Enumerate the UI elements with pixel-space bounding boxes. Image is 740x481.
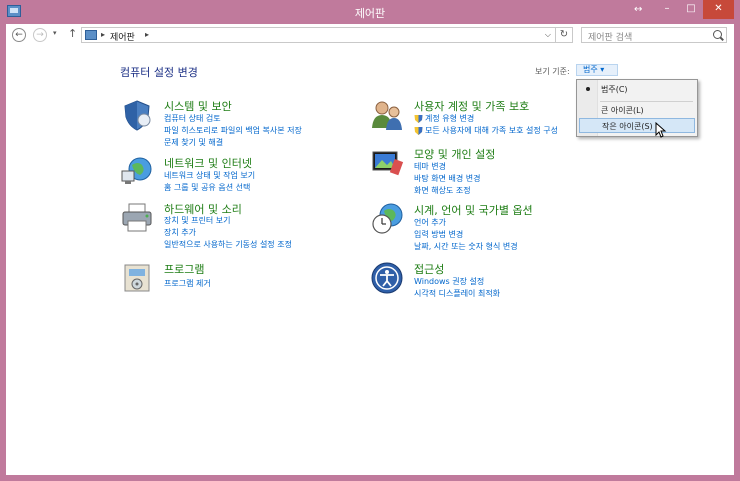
appearance-icon[interactable] bbox=[370, 146, 404, 180]
menu-item-label: 작은 아이콘(S) bbox=[602, 122, 653, 131]
category-title-network[interactable]: 네트워크 및 인터넷 bbox=[164, 155, 252, 171]
link-review-status[interactable]: 컴퓨터 상태 검토 bbox=[164, 113, 221, 124]
link-add-language[interactable]: 언어 추가 bbox=[414, 217, 446, 228]
link-label: 계정 유형 변경 bbox=[425, 114, 475, 123]
link-add-device[interactable]: 장치 추가 bbox=[164, 227, 196, 238]
radio-bullet-icon bbox=[586, 87, 590, 91]
category-title-clock-language[interactable]: 시계, 언어 및 국가별 옵션 bbox=[414, 202, 533, 218]
address-bar[interactable]: ▸ 제어판 ▸ ⌵ bbox=[81, 27, 556, 43]
resize-icon: ↔ bbox=[634, 4, 643, 15]
navigation-bar: ← → ▾ ↑ ▸ 제어판 ▸ ⌵ ↻ 제어판 검색 bbox=[6, 24, 734, 46]
link-change-account-type[interactable]: 계정 유형 변경 bbox=[414, 113, 474, 124]
title-bar: 제어판 ↔ – □ ✕ bbox=[0, 0, 740, 24]
link-recommended-settings[interactable]: Windows 권장 설정 bbox=[414, 276, 484, 287]
link-date-time-format[interactable]: 날짜, 시간 또는 숫자 형식 변경 bbox=[414, 241, 518, 252]
maximize-button[interactable]: □ bbox=[680, 0, 702, 19]
link-optimize-display[interactable]: 시각적 디스플레이 최적화 bbox=[414, 288, 500, 299]
link-label: 모든 사용자에 대해 가족 보호 설정 구성 bbox=[425, 126, 559, 135]
minimize-button[interactable]: – bbox=[656, 0, 678, 19]
link-file-history[interactable]: 파일 히스토리로 파일의 백업 복사본 저장 bbox=[164, 125, 302, 136]
breadcrumb-separator[interactable]: ▸ bbox=[101, 30, 105, 39]
refresh-button[interactable]: ↻ bbox=[556, 27, 573, 43]
programs-icon[interactable] bbox=[120, 261, 154, 295]
control-panel-icon bbox=[85, 30, 97, 40]
search-input[interactable]: 제어판 검색 bbox=[581, 27, 727, 43]
link-uninstall-program[interactable]: 프로그램 제거 bbox=[164, 278, 211, 289]
clock-globe-icon[interactable] bbox=[370, 202, 404, 236]
category-title-system-security[interactable]: 시스템 및 보안 bbox=[164, 98, 232, 114]
link-desktop-background[interactable]: 바탕 화면 배경 변경 bbox=[414, 173, 481, 184]
link-screen-resolution[interactable]: 화면 해상도 조정 bbox=[414, 185, 471, 196]
address-dropdown-icon[interactable]: ⌵ bbox=[545, 30, 551, 40]
link-family-safety[interactable]: 모든 사용자에 대해 가족 보호 설정 구성 bbox=[414, 125, 558, 136]
forward-button[interactable]: → bbox=[33, 28, 47, 42]
link-troubleshoot[interactable]: 문제 찾기 및 해결 bbox=[164, 137, 223, 148]
ease-of-access-icon[interactable] bbox=[370, 261, 404, 295]
page-title: 컴퓨터 설정 변경 bbox=[120, 66, 198, 79]
users-icon[interactable] bbox=[370, 98, 404, 132]
mouse-cursor-icon bbox=[655, 122, 667, 138]
window-client: ← → ▾ ↑ ▸ 제어판 ▸ ⌵ ↻ 제어판 검색 컴퓨터 설정 변경 보기 … bbox=[6, 24, 734, 475]
printer-icon[interactable] bbox=[120, 201, 154, 235]
view-by-dropdown[interactable]: 범주 ▾ bbox=[576, 64, 618, 76]
link-devices-printers[interactable]: 장치 및 프린터 보기 bbox=[164, 215, 231, 226]
uac-shield-icon bbox=[414, 115, 423, 123]
link-change-theme[interactable]: 테마 변경 bbox=[414, 161, 446, 172]
breadcrumb-control-panel[interactable]: 제어판 bbox=[110, 30, 135, 43]
link-input-method[interactable]: 입력 방법 변경 bbox=[414, 229, 463, 240]
window-title: 제어판 bbox=[354, 7, 386, 20]
category-title-ease-of-access[interactable]: 접근성 bbox=[414, 261, 444, 277]
back-button[interactable]: ← bbox=[12, 28, 26, 42]
uac-shield-icon bbox=[414, 127, 423, 135]
view-by-label: 보기 기준: bbox=[535, 67, 570, 76]
menu-item-small-icons[interactable]: 작은 아이콘(S) bbox=[579, 118, 695, 133]
menu-separator bbox=[600, 101, 693, 102]
breadcrumb-separator[interactable]: ▸ bbox=[145, 30, 149, 39]
recent-locations-dropdown[interactable]: ▾ bbox=[53, 29, 57, 37]
up-button[interactable]: ↑ bbox=[68, 27, 77, 40]
link-network-status[interactable]: 네트워크 상태 및 작업 보기 bbox=[164, 170, 255, 181]
link-mobility-settings[interactable]: 일반적으로 사용하는 기동성 설정 조정 bbox=[164, 239, 292, 250]
shield-icon[interactable] bbox=[120, 98, 154, 132]
search-placeholder: 제어판 검색 bbox=[588, 33, 633, 43]
menu-item-large-icons[interactable]: 큰 아이콘(L) bbox=[579, 103, 695, 118]
menu-item-label: 큰 아이콘(L) bbox=[601, 106, 644, 115]
category-title-user-accounts[interactable]: 사용자 계정 및 가족 보호 bbox=[414, 98, 529, 114]
link-homegroup[interactable]: 홈 그룹 및 공유 옵션 선택 bbox=[164, 182, 250, 193]
category-title-appearance[interactable]: 모양 및 개인 설정 bbox=[414, 146, 495, 162]
menu-item-label: 범주(C) bbox=[601, 85, 628, 94]
menu-item-category[interactable]: 범주(C) bbox=[579, 82, 695, 97]
category-title-programs[interactable]: 프로그램 bbox=[164, 261, 204, 277]
view-by-menu: 범주(C) 큰 아이콘(L) 작은 아이콘(S) bbox=[576, 79, 698, 137]
network-globe-icon[interactable] bbox=[120, 155, 154, 189]
close-button[interactable]: ✕ bbox=[703, 0, 734, 19]
search-icon[interactable] bbox=[713, 30, 722, 39]
